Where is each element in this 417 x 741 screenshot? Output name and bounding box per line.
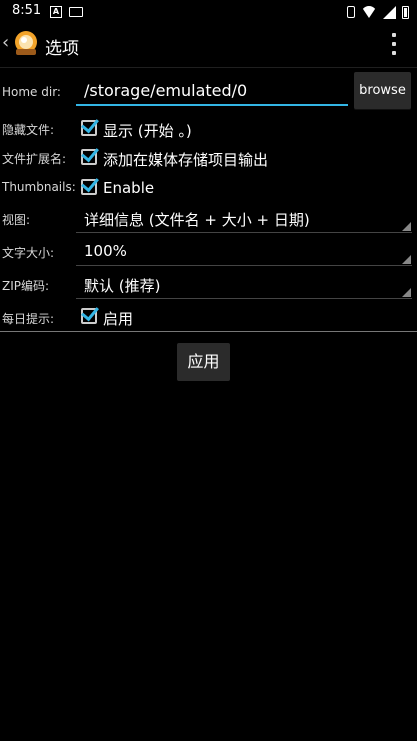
text-size-label: 文字大小:	[2, 246, 55, 260]
hidden-files-label: 隐藏文件:	[2, 123, 55, 137]
notification-a-icon: A	[50, 6, 62, 18]
app-logo-icon[interactable]	[12, 29, 40, 57]
home-dir-input[interactable]: /storage/emulated/0	[84, 81, 247, 100]
back-chevron-icon[interactable]: ‹	[2, 32, 9, 53]
file-ext-checkbox[interactable]	[81, 143, 99, 165]
section-divider	[0, 331, 417, 332]
thumbnails-option-text[interactable]: Enable	[103, 179, 154, 197]
action-bar: ‹ 选项	[0, 24, 417, 68]
text-size-spinner-underline	[76, 265, 412, 266]
home-dir-input-underline	[76, 104, 348, 106]
home-dir-label: Home dir:	[2, 85, 61, 99]
daily-tip-label: 每日提示:	[2, 312, 55, 326]
zip-encoding-label: ZIP编码:	[2, 279, 50, 293]
check-icon	[81, 143, 99, 163]
browse-button[interactable]: browse	[354, 72, 411, 109]
battery-icon	[402, 5, 409, 19]
file-ext-row: 文件扩展名: 添加在媒体存储项目输出	[0, 143, 417, 173]
thumbnails-label: Thumbnails:	[2, 180, 76, 194]
dropdown-arrow-icon[interactable]	[402, 288, 411, 297]
keyboard-icon	[69, 7, 83, 17]
check-icon	[81, 302, 99, 322]
check-icon	[81, 114, 99, 134]
check-icon	[81, 173, 99, 193]
page-title: 选项	[45, 39, 79, 59]
view-spinner-underline	[76, 232, 412, 233]
status-icons	[347, 4, 409, 20]
signal-icon	[383, 5, 396, 19]
zip-encoding-spinner-underline	[76, 298, 412, 299]
text-size-spinner-value[interactable]: 100%	[84, 242, 127, 260]
daily-tip-checkbox[interactable]	[81, 302, 99, 324]
dropdown-arrow-icon[interactable]	[402, 222, 411, 231]
dropdown-arrow-icon[interactable]	[402, 255, 411, 264]
actionbar-divider	[0, 67, 417, 68]
zip-encoding-row[interactable]: ZIP编码: 默认 (推荐)	[0, 271, 417, 301]
file-ext-label: 文件扩展名:	[2, 152, 67, 166]
view-label: 视图:	[2, 213, 31, 227]
overflow-menu-icon[interactable]	[391, 33, 397, 55]
thumbnails-checkbox[interactable]	[81, 173, 99, 195]
file-ext-option-text[interactable]: 添加在媒体存储项目输出	[103, 149, 268, 170]
view-spinner-value[interactable]: 详细信息 (文件名 + 大小 + 日期)	[84, 209, 310, 230]
text-size-row[interactable]: 文字大小: 100%	[0, 238, 417, 268]
hidden-files-row: 隐藏文件: 显示 (开始 。)	[0, 114, 417, 144]
status-time: 8:51	[12, 3, 42, 18]
wifi-icon	[361, 6, 377, 18]
thumbnails-row: Thumbnails: Enable	[0, 173, 417, 203]
daily-tip-option-text[interactable]: 启用	[103, 308, 133, 329]
hidden-files-option-text[interactable]: 显示 (开始 。)	[103, 120, 192, 141]
status-bar: 8:51 A	[0, 0, 417, 24]
hidden-files-checkbox[interactable]	[81, 114, 99, 136]
daily-tip-row: 每日提示: 启用	[0, 302, 417, 332]
zip-encoding-spinner-value[interactable]: 默认 (推荐)	[84, 275, 160, 296]
view-row[interactable]: 视图: 详细信息 (文件名 + 大小 + 日期)	[0, 205, 417, 235]
apply-button[interactable]: 应用	[177, 343, 230, 381]
vibrate-icon	[347, 6, 355, 18]
